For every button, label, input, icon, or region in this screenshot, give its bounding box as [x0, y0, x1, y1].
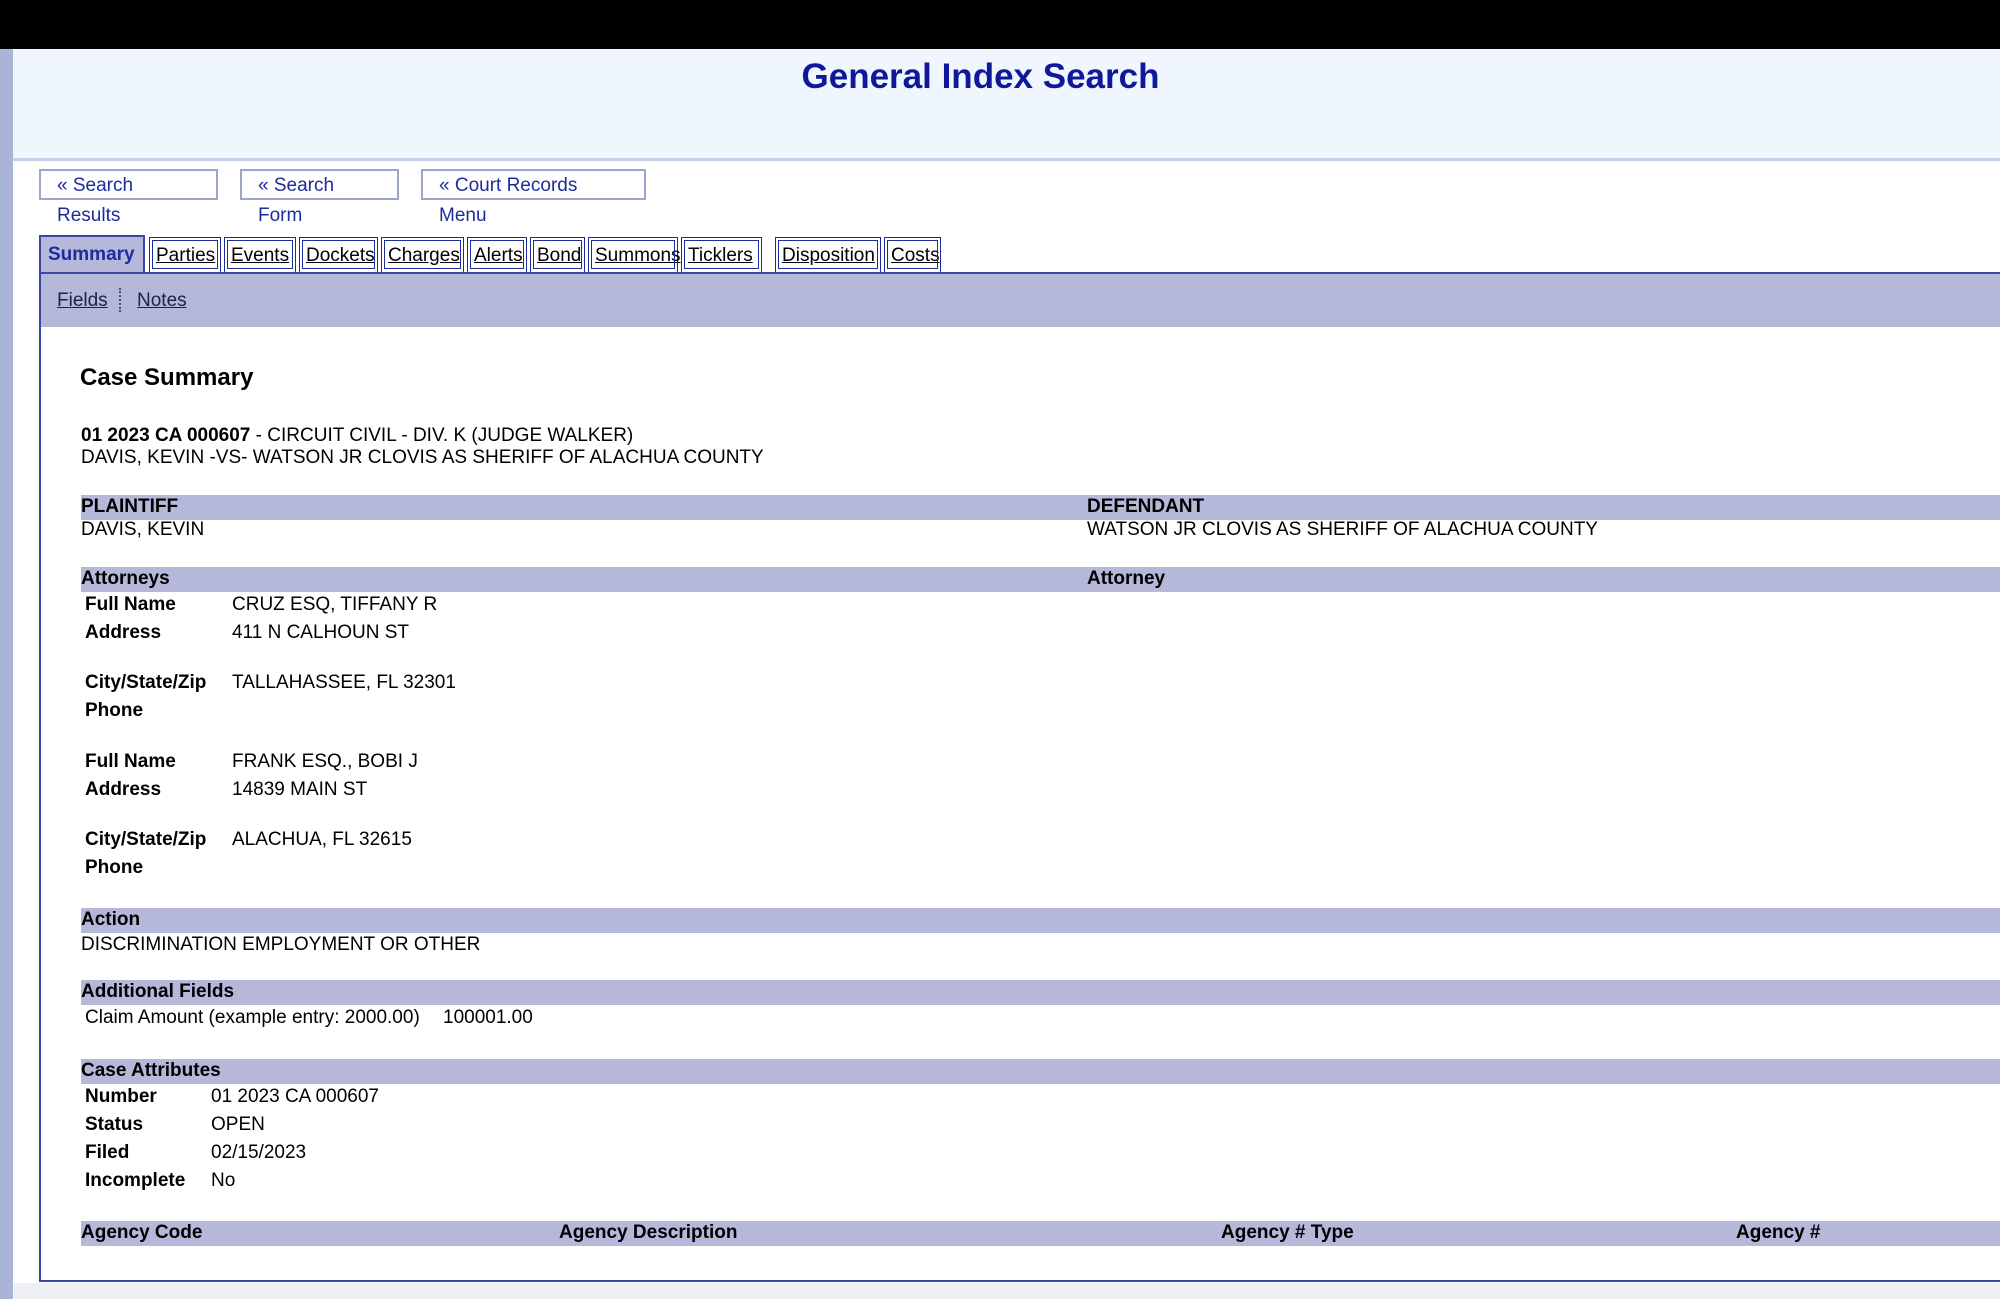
attr-number-value: 01 2023 CA 000607: [211, 1086, 379, 1107]
attr-incomplete-value: No: [211, 1170, 236, 1191]
tab-summons[interactable]: Summons: [588, 237, 681, 272]
attorney-1-address: 411 N CALHOUN ST: [232, 622, 410, 643]
tab-parties[interactable]: Parties: [149, 237, 221, 272]
tab-bond[interactable]: Bond: [530, 237, 585, 272]
tab-ticklers[interactable]: Ticklers: [681, 237, 762, 272]
case-summary-panel: Fields Notes Case Summary 01 2023 CA 000…: [39, 272, 2000, 1282]
claim-amount-value: 100001.00: [443, 1007, 533, 1028]
tab-summary[interactable]: Summary: [39, 235, 145, 273]
tab-costs[interactable]: Costs: [884, 237, 941, 272]
attorney-header-bar: Attorneys Attorney: [81, 567, 2000, 592]
action-value: DISCRIMINATION EMPLOYMENT OR OTHER: [81, 934, 481, 955]
page-header: General Index Search: [13, 49, 2000, 161]
party-header-bar: PLAINTIFF DEFENDANT: [81, 495, 2000, 520]
agency-number-type-header: Agency # Type: [1221, 1222, 1354, 1243]
attorney-1-csz: TALLAHASSEE, FL 32301: [232, 672, 456, 693]
attr-number-label: Number: [85, 1086, 157, 1107]
court-records-menu-button[interactable]: « Court Records Menu: [421, 169, 646, 226]
additional-fields-label: Additional Fields: [81, 981, 235, 1002]
agency-number-header: Agency #: [1736, 1222, 1821, 1243]
attorney-2-csz: ALACHUA, FL 32615: [232, 829, 412, 850]
case-style: DAVIS, KEVIN -VS- WATSON JR CLOVIS AS SH…: [81, 447, 764, 468]
attorney-1-csz-label: City/State/Zip: [85, 672, 207, 693]
attorney-1-phone-label: Phone: [85, 700, 144, 721]
browser-top-bar: [0, 0, 2000, 49]
agency-code-header: Agency Code: [81, 1222, 203, 1243]
subtab-fields[interactable]: Fields: [57, 290, 108, 312]
subtab-divider: [119, 288, 121, 312]
tab-disposition[interactable]: Disposition: [775, 237, 881, 272]
plaintiff-name: DAVIS, KEVIN: [81, 519, 205, 540]
attorney-1-name-label: Full Name: [85, 594, 176, 615]
attorney-1-name: CRUZ ESQ, TIFFANY R: [232, 594, 438, 615]
tab-charges[interactable]: Charges: [381, 237, 464, 272]
case-line-1: 01 2023 CA 000607 - CIRCUIT CIVIL - DIV.…: [81, 425, 633, 447]
case-attributes-header-bar: Case Attributes: [81, 1059, 2000, 1084]
attorneys-label: Attorneys: [81, 568, 170, 589]
defendant-name: WATSON JR CLOVIS AS SHERIFF OF ALACHUA C…: [1087, 519, 1598, 540]
defendant-attorney-label: Attorney: [1087, 568, 1166, 589]
attorney-2-address-label: Address: [85, 779, 162, 800]
tab-events[interactable]: Events: [224, 237, 296, 272]
agency-description-header: Agency Description: [559, 1222, 738, 1243]
case-number: 01 2023 CA 000607: [81, 425, 251, 446]
search-results-button[interactable]: « Search Results: [39, 169, 218, 226]
defendant-label: DEFENDANT: [1087, 496, 1205, 517]
attr-status-label: Status: [85, 1114, 144, 1135]
attorney-2-address: 14839 MAIN ST: [232, 779, 368, 800]
attorney-1-address-label: Address: [85, 622, 162, 643]
tab-dockets[interactable]: Dockets: [299, 237, 378, 272]
plaintiff-label: PLAINTIFF: [81, 496, 179, 517]
subtab-notes[interactable]: Notes: [137, 290, 187, 312]
claim-amount-label: Claim Amount (example entry: 2000.00): [85, 1007, 420, 1028]
attr-filed-value: 02/15/2023: [211, 1142, 307, 1163]
attr-incomplete-label: Incomplete: [85, 1170, 186, 1191]
page-title: General Index Search: [801, 57, 1160, 96]
additional-fields-header-bar: Additional Fields: [81, 980, 2000, 1005]
case-attributes-label: Case Attributes: [81, 1060, 221, 1081]
attorney-2-name: FRANK ESQ., BOBI J: [232, 751, 418, 772]
attorney-2-phone-label: Phone: [85, 857, 144, 878]
agency-table-header: Agency Code Agency Description Agency # …: [81, 1221, 2000, 1246]
action-header-bar: Action: [81, 908, 2000, 933]
attr-filed-label: Filed: [85, 1142, 130, 1163]
subtab-bar: Fields Notes: [41, 274, 2000, 327]
case-summary-heading: Case Summary: [80, 364, 254, 391]
attorney-2-csz-label: City/State/Zip: [85, 829, 207, 850]
attorney-2-name-label: Full Name: [85, 751, 176, 772]
action-label: Action: [81, 909, 141, 930]
search-form-button[interactable]: « Search Form: [240, 169, 399, 226]
case-court-division: - CIRCUIT CIVIL - DIV. K (JUDGE WALKER): [250, 425, 634, 446]
attr-status-value: OPEN: [211, 1114, 265, 1135]
tab-alerts[interactable]: Alerts: [467, 237, 527, 272]
bottom-edge: [13, 1283, 2000, 1299]
left-edge-bar: [0, 49, 13, 1299]
